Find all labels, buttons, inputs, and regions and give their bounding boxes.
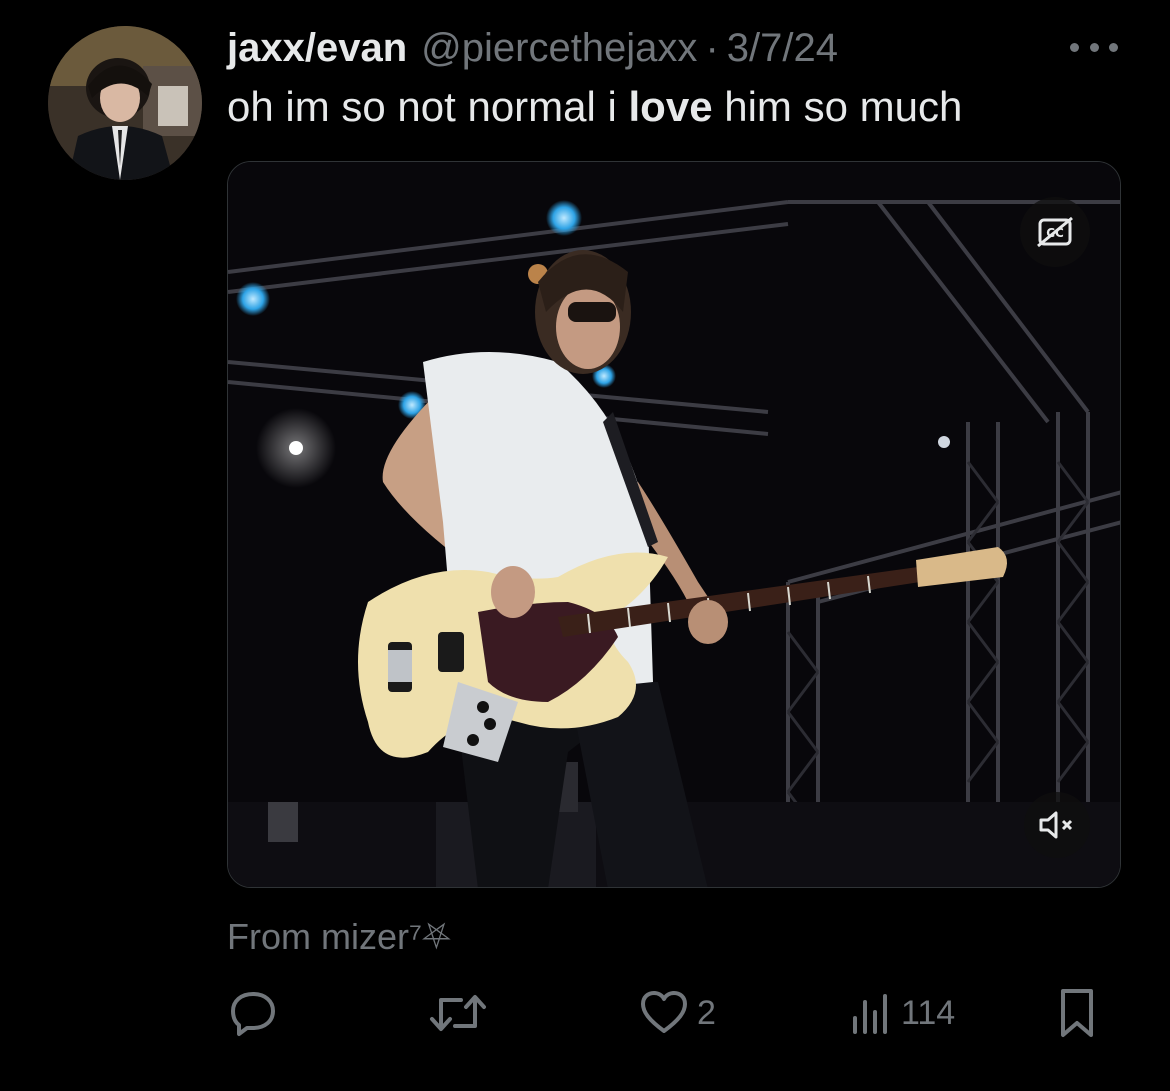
muted-speaker-icon <box>1039 811 1073 839</box>
reply-button[interactable] <box>227 985 287 1041</box>
unmute-button[interactable] <box>1024 792 1090 858</box>
cc-off-icon: CC <box>1037 216 1073 248</box>
bookmark-button[interactable] <box>1055 985 1099 1041</box>
more-options-icon[interactable] <box>1070 40 1118 54</box>
tweet-header: jaxx/evan @piercethejaxx · 3/7/24 <box>227 24 838 72</box>
display-name[interactable]: jaxx/evan <box>227 24 407 72</box>
video-frame <box>228 162 1120 887</box>
heart-icon <box>641 991 687 1033</box>
tweet-text-part: oh im so not normal i <box>227 83 629 130</box>
retweet-icon <box>430 995 486 1031</box>
like-count: 2 <box>697 993 716 1032</box>
bookmark-icon <box>1061 989 1093 1037</box>
like-button[interactable]: 2 <box>639 985 716 1041</box>
views-count: 114 <box>901 993 956 1032</box>
tweet: jaxx/evan @piercethejaxx · 3/7/24 oh im … <box>0 0 1170 1091</box>
tweet-date[interactable]: 3/7/24 <box>727 24 838 72</box>
tweet-actions: 2 114 <box>227 985 1107 1041</box>
reply-icon <box>231 992 275 1036</box>
avatar[interactable] <box>48 26 202 180</box>
tweet-text: oh im so not normal i love him so much <box>227 82 962 132</box>
retweet-button[interactable] <box>427 985 497 1041</box>
video-source-attribution[interactable]: From mizer⁷⛧ <box>227 915 451 959</box>
tweet-text-bold: love <box>628 83 713 130</box>
separator-dot: · <box>705 26 719 70</box>
views-icon <box>853 994 887 1034</box>
tweet-text-part: him so much <box>712 83 963 130</box>
tweet-video[interactable]: CC <box>227 161 1121 888</box>
captions-button[interactable]: CC <box>1020 197 1090 267</box>
user-handle[interactable]: @piercethejaxx <box>421 24 697 72</box>
views-button[interactable]: 114 <box>849 985 955 1041</box>
